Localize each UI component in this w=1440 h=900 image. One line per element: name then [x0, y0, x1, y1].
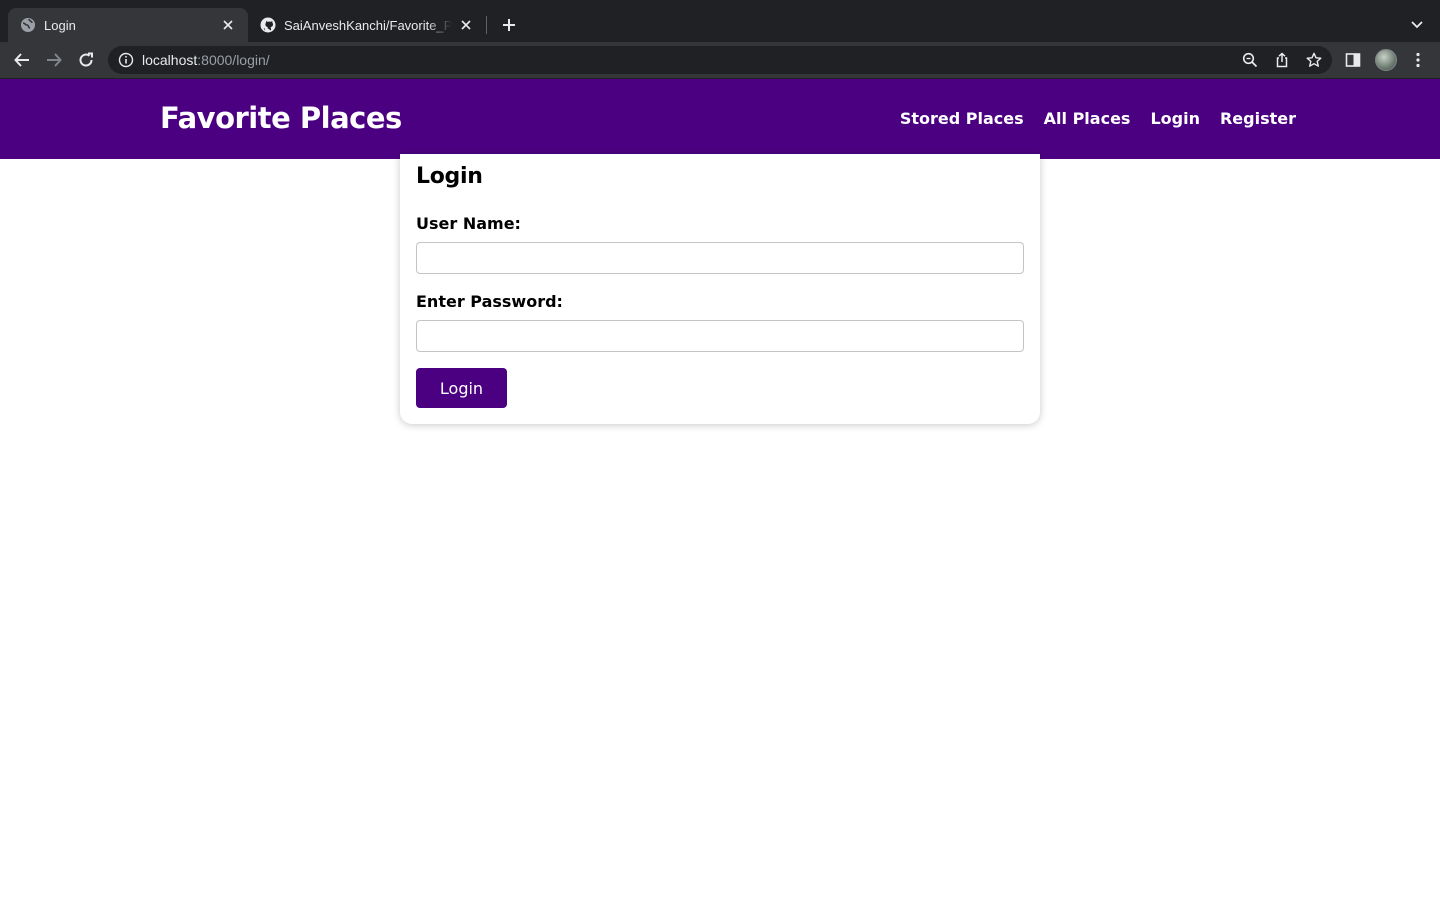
login-submit-button[interactable]: Login: [416, 368, 507, 408]
username-input[interactable]: [416, 242, 1024, 274]
login-card: Login User Name: Enter Password: Login: [400, 154, 1040, 424]
nav-login[interactable]: Login: [1150, 109, 1200, 128]
chevron-down-icon: [1411, 21, 1423, 29]
bookmark-star-icon[interactable]: [1306, 52, 1322, 68]
address-bar[interactable]: localhost:8000/login/: [108, 46, 1332, 74]
tab-github[interactable]: SaiAnveshKanchi/Favorite_Places: [248, 8, 486, 42]
github-icon: [260, 17, 276, 33]
side-panel-icon: [1345, 53, 1361, 67]
plus-icon: [503, 19, 515, 31]
password-input[interactable]: [416, 320, 1024, 352]
url-path: :8000/login/: [197, 52, 270, 68]
main-nav: Stored Places All Places Login Register: [900, 109, 1296, 128]
reload-icon: [79, 52, 93, 67]
tab-divider: [486, 16, 487, 34]
close-tab-icon[interactable]: [220, 17, 236, 33]
nav-stored-places[interactable]: Stored Places: [900, 109, 1024, 128]
globe-icon: [20, 17, 36, 33]
url-text[interactable]: localhost:8000/login/: [142, 52, 270, 68]
form-title: Login: [416, 164, 483, 189]
tab-login[interactable]: Login: [8, 8, 248, 42]
new-tab-button[interactable]: [498, 14, 520, 36]
tab-title: Login: [44, 17, 76, 33]
reload-button[interactable]: [72, 46, 100, 74]
info-icon[interactable]: [118, 52, 134, 68]
close-tab-icon[interactable]: [458, 17, 474, 33]
zoom-icon[interactable]: [1242, 52, 1258, 68]
browser-toolbar: localhost:8000/login/: [0, 42, 1440, 78]
nav-register[interactable]: Register: [1220, 109, 1296, 128]
back-button[interactable]: [8, 46, 36, 74]
url-host: localhost: [142, 52, 198, 68]
forward-button[interactable]: [40, 46, 68, 74]
nav-all-places[interactable]: All Places: [1044, 109, 1131, 128]
arrow-right-icon: [47, 53, 62, 67]
share-icon[interactable]: [1274, 52, 1290, 68]
profile-avatar[interactable]: [1375, 49, 1397, 71]
site-header: Favorite Places Stored Places All Places…: [0, 79, 1440, 159]
tab-title: SaiAnveshKanchi/Favorite_Places: [284, 17, 452, 33]
tab-search-button[interactable]: [1406, 14, 1428, 36]
side-panel-button[interactable]: [1342, 49, 1364, 71]
password-label: Enter Password:: [416, 292, 563, 311]
arrow-left-icon: [14, 53, 29, 67]
browser-tab-strip: Login SaiAnveshKanchi/Favorite_Places: [0, 0, 1440, 42]
site-brand[interactable]: Favorite Places: [160, 101, 402, 135]
kebab-menu-icon: [1416, 52, 1420, 68]
username-label: User Name:: [416, 214, 521, 233]
browser-menu-button[interactable]: [1407, 49, 1429, 71]
